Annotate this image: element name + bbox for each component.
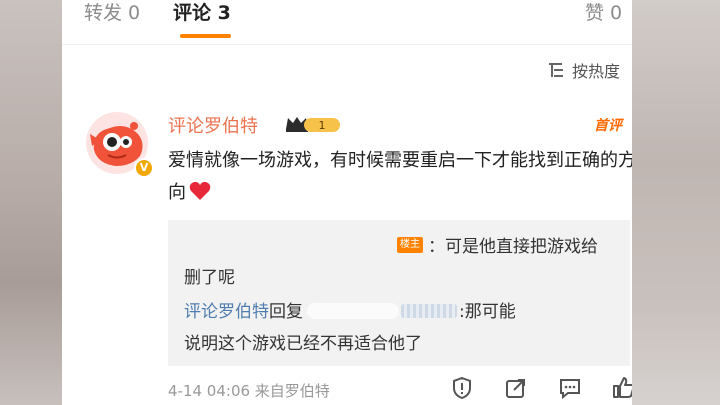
reply-username[interactable]: 评论罗伯特 — [184, 302, 269, 322]
comment-meta: 4-14 04:06 来自罗伯特 — [168, 382, 330, 400]
top-comment-tag: 首评 — [594, 118, 622, 134]
heart-icon — [189, 181, 211, 200]
background-left — [0, 0, 62, 405]
comment-icon[interactable] — [558, 376, 582, 400]
reply-text: ：可是他直接把游戏给 — [428, 237, 598, 257]
redacted-username-fragment — [401, 304, 457, 318]
tab-comment[interactable]: 评论 3 — [173, 0, 231, 25]
sort-button[interactable]: 按热度 — [548, 58, 620, 82]
tab-repost[interactable]: 转发 0 — [84, 0, 140, 25]
reply-item: 楼主 ：可是他直接把游戏给 — [397, 232, 598, 257]
comment-panel: 转发 0 评论 3 赞 0 按热度 V 评论罗伯特 1 首评 爱情就像一场游戏，… — [62, 0, 632, 405]
comment-text: 爱情就像一场游戏，有时候需要重启一下才能找到正确的方向 — [168, 150, 632, 203]
share-icon[interactable] — [504, 376, 528, 400]
report-icon[interactable] — [450, 376, 474, 400]
verified-badge-icon: V — [134, 158, 154, 178]
host-tag: 楼主 — [397, 236, 423, 253]
sort-label: 按热度 — [572, 62, 621, 81]
like-icon[interactable] — [612, 376, 632, 400]
reply-word: 回复 — [269, 302, 303, 322]
reply-text: :那可能 — [459, 302, 516, 322]
reply-list[interactable]: 楼主 ：可是他直接把游戏给 删了呢 评论罗伯特回复 :那可能 说明这个游戏已经不再… — [168, 220, 630, 366]
comment-username[interactable]: 评论罗伯特 — [168, 112, 258, 138]
reply-item: 评论罗伯特回复 :那可能 — [184, 297, 516, 322]
tab-bar: 转发 0 评论 3 赞 0 — [62, 0, 632, 45]
redacted-username — [307, 303, 399, 319]
crown-icon: 1 — [284, 114, 342, 134]
background-right — [632, 0, 720, 405]
level-badge: 1 — [319, 119, 326, 132]
comment-actions — [450, 376, 632, 400]
reply-text-continued: 删了呢 — [184, 268, 235, 288]
reply-text-continued: 说明这个游戏已经不再适合他了 — [184, 334, 422, 354]
tab-like[interactable]: 赞 0 — [585, 0, 622, 25]
sort-icon — [549, 63, 563, 77]
comment-body: 爱情就像一场游戏，有时候需要重启一下才能找到正确的方向 — [168, 145, 632, 209]
active-tab-indicator — [180, 34, 231, 38]
